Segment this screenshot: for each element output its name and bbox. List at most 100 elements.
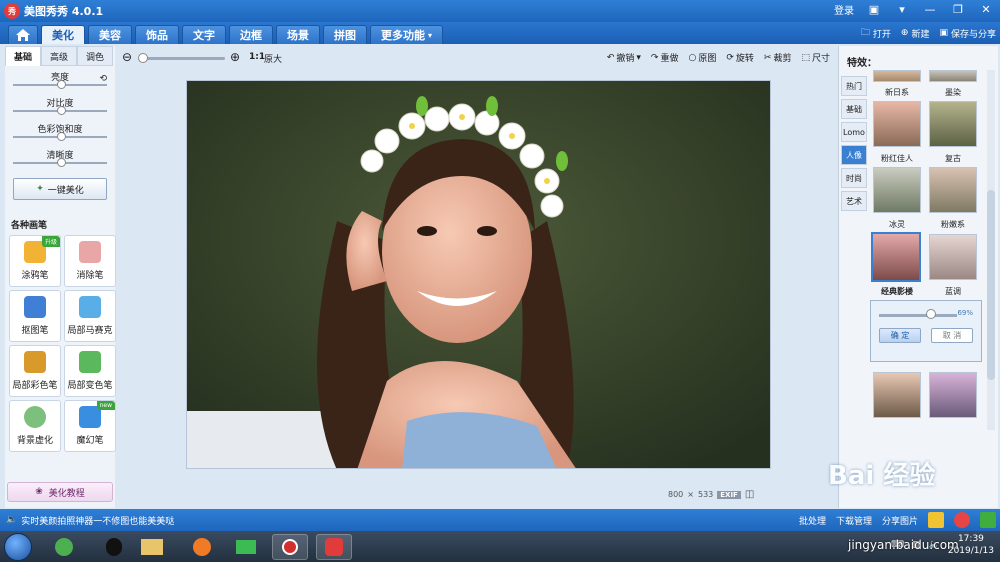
- footprint-icon: ❀: [35, 487, 43, 497]
- taskbar-app-recorder[interactable]: [272, 534, 308, 560]
- effect-thumb-ice[interactable]: [873, 167, 921, 213]
- effect-thumb-retro[interactable]: [929, 101, 977, 147]
- doodle-brush-label: 涂鸦笔: [21, 271, 49, 281]
- zoom-out-icon[interactable]: ⊖: [122, 50, 132, 64]
- effect-strength-knob[interactable]: [926, 309, 936, 319]
- rotate-button[interactable]: ⟳ 旋转: [726, 51, 754, 65]
- effect-thumb-ink[interactable]: [929, 70, 977, 82]
- taskbar-app-qq[interactable]: [96, 534, 132, 560]
- tab-collage[interactable]: 拼图: [323, 25, 367, 44]
- brightness-slider-knob[interactable]: [57, 80, 66, 89]
- taskbar-app-explorer[interactable]: [134, 534, 170, 560]
- redo-icon: ↷: [650, 52, 659, 63]
- category-basic[interactable]: 基础: [841, 99, 867, 119]
- effect-thumb-more-1[interactable]: [873, 372, 921, 418]
- sharpness-adjust: 清晰度: [11, 144, 109, 170]
- effect-thumb-tender[interactable]: [929, 167, 977, 213]
- crop-button[interactable]: ✂ 裁剪: [764, 51, 792, 65]
- login-link[interactable]: 登录: [834, 2, 854, 17]
- effects-scrollbar-thumb[interactable]: [987, 190, 995, 380]
- minimize-button[interactable]: —: [922, 3, 938, 16]
- saturation-slider-knob[interactable]: [57, 132, 66, 141]
- category-art[interactable]: 艺术: [841, 191, 867, 211]
- tab-scene[interactable]: 场景: [276, 25, 320, 44]
- category-lomo[interactable]: Lomo: [841, 122, 867, 142]
- tab-home[interactable]: [8, 25, 38, 44]
- one-click-beautify-button[interactable]: ✦ 一键美化: [13, 178, 107, 200]
- exif-button[interactable]: EXIF: [717, 490, 741, 499]
- zoom-slider-knob[interactable]: [138, 53, 148, 63]
- plus-icon[interactable]: [980, 512, 996, 528]
- tab-border[interactable]: 边框: [229, 25, 273, 44]
- restore-button[interactable]: ❐: [950, 3, 966, 16]
- zoom-ratio[interactable]: 1:1: [249, 52, 265, 62]
- recolor-brush-button[interactable]: 局部变色笔: [64, 345, 116, 397]
- tab-text[interactable]: 文字: [182, 25, 226, 44]
- star-icon[interactable]: [928, 512, 944, 528]
- message-icon[interactable]: ▣: [866, 3, 882, 16]
- color-brush-button[interactable]: 局部彩色笔: [9, 345, 61, 397]
- photo-canvas[interactable]: [186, 80, 771, 469]
- weibo-icon[interactable]: [954, 512, 970, 528]
- effect-thumb-new-japanese[interactable]: [873, 70, 921, 82]
- blur-background-button[interactable]: 背景虚化: [9, 400, 61, 452]
- image-toolbar: ⊖ ⊕ 1:1 原大 ↶ 撤销 ▾ ↷ 重做 ○ 原图 ⟳ 旋转 ✂ 裁剪 ⬚ 尺寸: [118, 46, 836, 70]
- taskbar-app-refresh[interactable]: [46, 534, 82, 560]
- eraser-brush-button[interactable]: 消除笔: [64, 235, 116, 287]
- taskbar-app-video[interactable]: [228, 534, 264, 560]
- category-fashion[interactable]: 时尚: [841, 168, 867, 188]
- taskbar-app-firefox[interactable]: [184, 534, 220, 560]
- batch-button[interactable]: 批处理: [799, 514, 826, 527]
- plus-icon: ⊕: [900, 28, 909, 38]
- compare-icon[interactable]: ◫: [745, 489, 754, 500]
- paint-bucket-icon: [79, 351, 101, 373]
- contrast-slider-knob[interactable]: [57, 106, 66, 115]
- portrait-photo: [187, 81, 770, 468]
- effect-thumb-classic-studio[interactable]: [871, 232, 921, 282]
- original-size-button[interactable]: 原大: [264, 52, 282, 65]
- category-hot[interactable]: 热门: [841, 76, 867, 96]
- subtab-color[interactable]: 调色: [77, 46, 113, 66]
- save-share-button[interactable]: ▣ 保存与分享: [939, 27, 996, 40]
- original-button[interactable]: ○ 原图: [688, 51, 716, 65]
- category-portrait[interactable]: 人像: [841, 145, 867, 165]
- tab-beautify[interactable]: 美化: [41, 25, 85, 44]
- undo-button[interactable]: ↶ 撤销 ▾: [607, 51, 641, 65]
- zoom-in-icon[interactable]: ⊕: [230, 50, 240, 64]
- download-manager-button[interactable]: 下载管理: [836, 514, 872, 527]
- open-button[interactable]: 🗀 打开: [861, 25, 891, 41]
- magic-brush-button[interactable]: new 魔幻笔: [64, 400, 116, 452]
- tab-more[interactable]: 更多功能 ▾: [370, 25, 444, 44]
- status-message[interactable]: 实时美颜拍照神器一不修图也能美美哒: [21, 514, 174, 527]
- subtab-advanced[interactable]: 高级: [41, 46, 77, 66]
- magic-wand-icon: ✦: [36, 184, 44, 194]
- tab-beauty[interactable]: 美容: [88, 25, 132, 44]
- sharpness-slider-knob[interactable]: [57, 158, 66, 167]
- size-button[interactable]: ⬚ 尺寸: [801, 51, 830, 65]
- menu-icon[interactable]: ▾: [894, 3, 910, 16]
- tutorial-button[interactable]: ❀ 美化教程: [7, 482, 113, 502]
- close-button[interactable]: ✕: [978, 3, 994, 16]
- share-image-button[interactable]: 分享图片: [882, 514, 918, 527]
- effects-scrollbar[interactable]: [987, 70, 995, 430]
- upgrade-badge: 升级: [41, 236, 60, 247]
- pen-icon: [24, 296, 46, 318]
- effect-thumb-blue-tone[interactable]: [929, 234, 977, 280]
- redo-button[interactable]: ↷ 重做: [650, 51, 679, 65]
- folder-icon: 🗀: [860, 28, 870, 38]
- new-button[interactable]: ⊕ 新建: [901, 27, 930, 40]
- cancel-button[interactable]: 取 消: [931, 328, 973, 343]
- tab-accessories[interactable]: 饰品: [135, 25, 179, 44]
- color-brush-label: 局部彩色笔: [12, 381, 58, 391]
- effect-thumb-more-2[interactable]: [929, 372, 977, 418]
- confirm-button[interactable]: 确 定: [879, 328, 921, 343]
- zoom-slider[interactable]: [140, 57, 225, 60]
- doodle-brush-button[interactable]: 升级 涂鸦笔: [9, 235, 61, 287]
- cutout-brush-button[interactable]: 抠图笔: [9, 290, 61, 342]
- start-button[interactable]: [4, 533, 32, 561]
- mosaic-brush-button[interactable]: 局部马赛克: [64, 290, 116, 342]
- subtab-basic[interactable]: 基础: [5, 46, 41, 66]
- effect-thumb-pink-lady[interactable]: [873, 101, 921, 147]
- taskbar-app-meitu[interactable]: [316, 534, 352, 560]
- effect-strength-slider[interactable]: [879, 314, 957, 317]
